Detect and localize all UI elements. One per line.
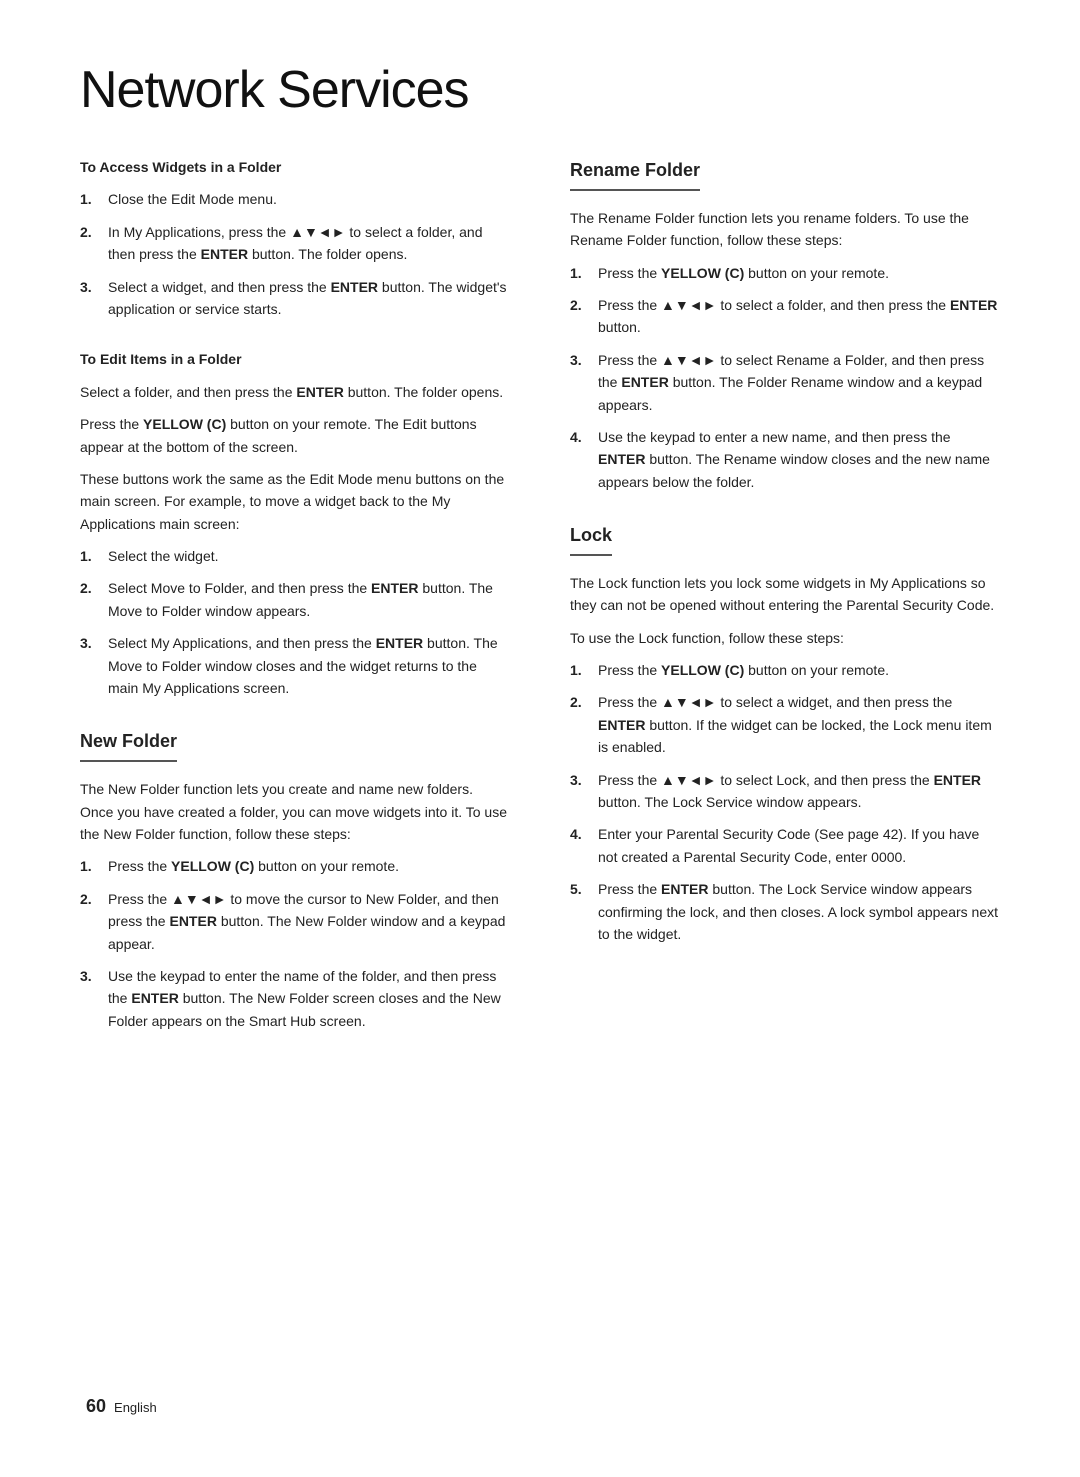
list-item: Enter your Parental Security Code (See p… [570,823,1000,868]
list-item: Select the widget. [80,545,510,567]
lock-steps: Press the YELLOW (C) button on your remo… [570,659,1000,945]
access-widgets-section: To Access Widgets in a Folder Close the … [80,156,510,320]
lock-intro2: To use the Lock function, follow these s… [570,627,1000,649]
page-number: 60 [86,1396,106,1416]
list-item: Select a widget, and then press the ENTE… [80,276,510,321]
rename-folder-intro: The Rename Folder function lets you rena… [570,207,1000,252]
list-item: Press the YELLOW (C) button on your remo… [570,659,1000,681]
list-item: Press the ▲▼◄► to select a widget, and t… [570,691,1000,758]
right-column: Rename Folder The Rename Folder function… [570,156,1000,1060]
lock-intro1: The Lock function lets you lock some wid… [570,572,1000,617]
new-folder-intro: The New Folder function lets you create … [80,778,510,845]
list-item: Use the keypad to enter the name of the … [80,965,510,1032]
footer-language: English [114,1400,157,1415]
list-item: Select Move to Folder, and then press th… [80,577,510,622]
edit-items-para2: Press the YELLOW (C) button on your remo… [80,413,510,458]
list-item: Press the ▲▼◄► to move the cursor to New… [80,888,510,955]
lock-heading: Lock [570,521,612,556]
edit-items-para3: These buttons work the same as the Edit … [80,468,510,535]
list-item: Press the ▲▼◄► to select a folder, and t… [570,294,1000,339]
rename-folder-section: Rename Folder The Rename Folder function… [570,156,1000,493]
list-item: Press the ▲▼◄► to select Rename a Folder… [570,349,1000,416]
lock-section: Lock The Lock function lets you lock som… [570,521,1000,945]
list-item: Press the ▲▼◄► to select Lock, and then … [570,769,1000,814]
edit-items-heading: To Edit Items in a Folder [80,348,510,370]
left-column: To Access Widgets in a Folder Close the … [80,156,510,1060]
list-item: Press the YELLOW (C) button on your remo… [570,262,1000,284]
edit-items-section: To Edit Items in a Folder Select a folde… [80,348,510,699]
list-item: Close the Edit Mode menu. [80,188,510,210]
access-widgets-steps: Close the Edit Mode menu. In My Applicat… [80,188,510,320]
content-columns: To Access Widgets in a Folder Close the … [80,156,1000,1060]
page-title: Network Services [80,60,1000,120]
access-widgets-heading: To Access Widgets in a Folder [80,156,510,178]
list-item: Press the YELLOW (C) button on your remo… [80,855,510,877]
list-item: Select My Applications, and then press t… [80,632,510,699]
new-folder-steps: Press the YELLOW (C) button on your remo… [80,855,510,1032]
edit-items-steps: Select the widget. Select Move to Folder… [80,545,510,699]
rename-folder-steps: Press the YELLOW (C) button on your remo… [570,262,1000,494]
list-item: In My Applications, press the ▲▼◄► to se… [80,221,510,266]
page-footer: 60 English [80,1396,157,1417]
list-item: Use the keypad to enter a new name, and … [570,426,1000,493]
edit-items-para1: Select a folder, and then press the ENTE… [80,381,510,403]
rename-folder-heading: Rename Folder [570,156,700,191]
list-item: Press the ENTER button. The Lock Service… [570,878,1000,945]
new-folder-section: New Folder The New Folder function lets … [80,727,510,1032]
new-folder-heading: New Folder [80,727,177,762]
